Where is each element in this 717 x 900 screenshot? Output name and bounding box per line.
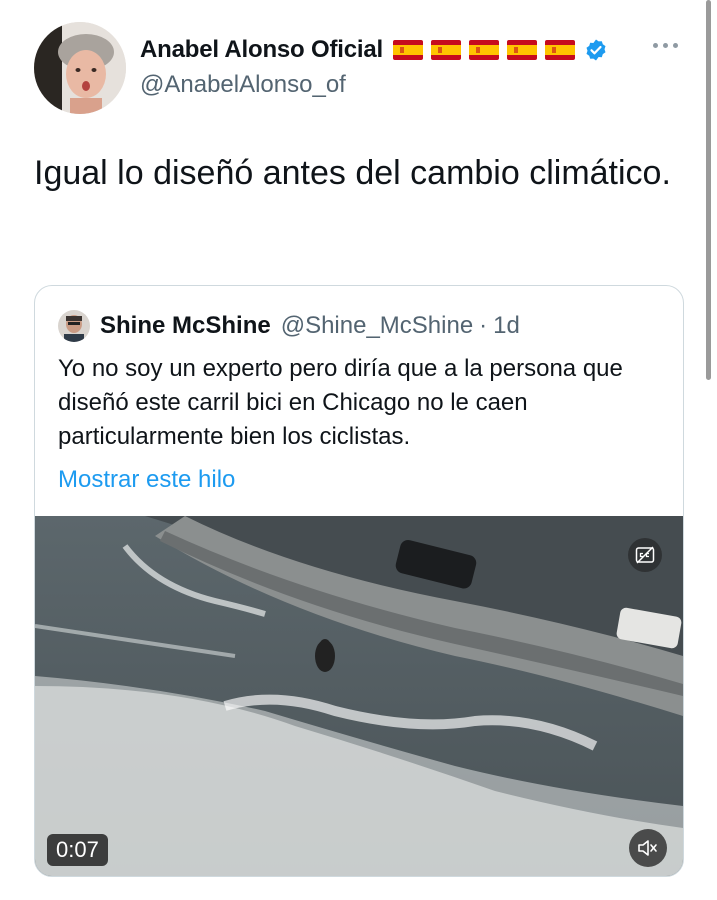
tweet-header: Anabel Alonso Oficial @AnabelAlonso_of bbox=[34, 22, 717, 114]
spain-flag-icon bbox=[430, 40, 461, 60]
spain-flag-icon bbox=[544, 40, 575, 60]
volume-muted-icon bbox=[638, 840, 657, 856]
video-duration: 0:07 bbox=[47, 834, 108, 866]
author-display-name[interactable]: Anabel Alonso Oficial bbox=[140, 36, 383, 64]
video-frame bbox=[35, 516, 683, 876]
verified-badge-icon bbox=[586, 39, 606, 61]
separator-dot: · bbox=[479, 312, 488, 339]
video-player[interactable]: 0:07 bbox=[35, 516, 683, 876]
author-avatar[interactable] bbox=[34, 22, 126, 114]
show-thread-link[interactable]: Mostrar este hilo bbox=[58, 466, 235, 494]
flag-emojis bbox=[392, 40, 575, 60]
author-handle[interactable]: @AnabelAlonso_of bbox=[140, 71, 608, 99]
spain-flag-icon bbox=[468, 40, 499, 60]
quoted-tweet-text: Yo no soy un experto pero diría que a la… bbox=[58, 355, 623, 450]
quoted-tweet-header: Shine McShine @Shine_McShine · 1d bbox=[58, 310, 520, 342]
tweet-text: Igual lo diseñó antes del cambio climáti… bbox=[34, 154, 671, 192]
quoted-timestamp[interactable]: 1d bbox=[493, 312, 520, 340]
mute-button[interactable] bbox=[629, 829, 667, 867]
quoted-display-name[interactable]: Shine McShine bbox=[100, 312, 271, 340]
closed-captions-icon bbox=[635, 546, 655, 564]
spain-flag-icon bbox=[506, 40, 537, 60]
spain-flag-icon bbox=[392, 40, 423, 60]
quoted-tweet-card[interactable]: Shine McShine @Shine_McShine · 1d Yo no … bbox=[34, 285, 684, 877]
more-options-icon[interactable] bbox=[653, 40, 683, 50]
closed-captions-button[interactable] bbox=[628, 538, 662, 572]
quoted-handle[interactable]: @Shine_McShine bbox=[281, 312, 473, 340]
quoted-author-avatar[interactable] bbox=[58, 310, 90, 342]
